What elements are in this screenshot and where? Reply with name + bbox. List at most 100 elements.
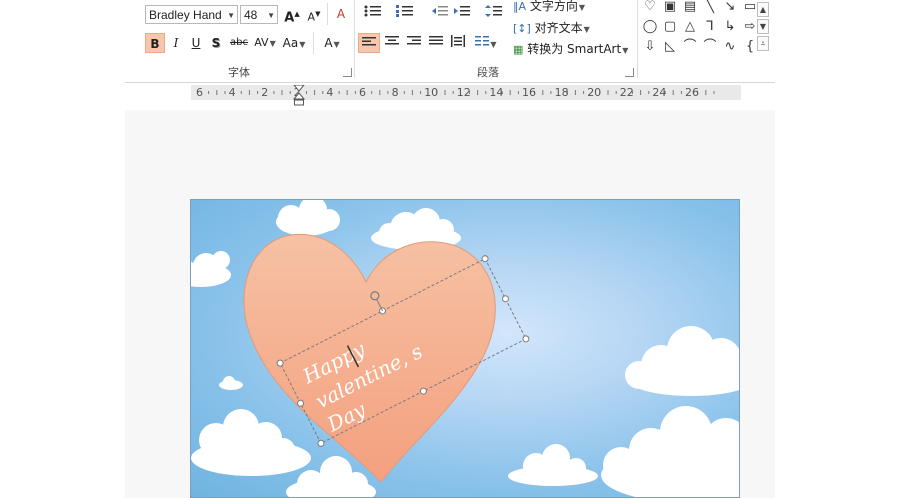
- line-shape-icon[interactable]: ╲: [701, 0, 719, 16]
- distributed-button[interactable]: [448, 33, 468, 53]
- text-direction-icon: ‖A: [513, 0, 527, 13]
- increase-indent-icon: [454, 6, 470, 16]
- ruler-tick: [713, 91, 715, 94]
- italic-label: I: [173, 36, 179, 50]
- font-size-combo[interactable]: 48 ▼: [240, 5, 278, 24]
- ruler-tick: [208, 91, 210, 94]
- strikethrough-button[interactable]: abc: [228, 33, 250, 53]
- change-case-label: Aa: [282, 36, 299, 50]
- vertical-textbox-shape-icon[interactable]: ▤: [681, 0, 699, 16]
- cloud: [219, 376, 243, 390]
- convert-smartart-button[interactable]: ▦ 转换为 SmartArt▼: [513, 39, 631, 59]
- bold-button[interactable]: B: [145, 33, 165, 53]
- ruler-tick: [240, 91, 242, 94]
- wave-shape-icon[interactable]: ∿: [721, 38, 739, 56]
- align-right-button[interactable]: [404, 33, 424, 53]
- slide-canvas[interactable]: Happy valentine, s Day: [190, 199, 740, 498]
- ruler-tick: [444, 90, 446, 95]
- align-text-button[interactable]: [↕] 对齐文本▼: [513, 18, 603, 38]
- ruler-tick: [542, 90, 544, 95]
- rounded-rect-shape-icon[interactable]: ▢: [661, 18, 679, 36]
- increase-indent-button[interactable]: [452, 4, 472, 24]
- grow-font-label: A: [284, 10, 295, 26]
- gallery-more-icon[interactable]: ⩡: [757, 36, 769, 51]
- ruler-tick: [289, 91, 291, 94]
- columns-icon: [475, 36, 490, 46]
- shrink-font-button[interactable]: A▼: [305, 4, 323, 24]
- ruler-tick: [648, 91, 650, 94]
- line-spacing-button[interactable]: [481, 4, 507, 24]
- align-center-button[interactable]: [382, 33, 402, 53]
- font-dialog-launcher-icon[interactable]: [343, 68, 352, 77]
- underline-label: U: [191, 36, 201, 50]
- ruler-label: 2: [261, 86, 269, 99]
- ruler-label: 6: [359, 86, 366, 99]
- font-name-combo[interactable]: Bradley Hand ▼: [145, 5, 238, 24]
- align-text-icon: [↕]: [513, 22, 531, 35]
- char-spacing-button[interactable]: AV▼: [252, 33, 278, 53]
- ruler-tick: [379, 90, 381, 95]
- numbering-button[interactable]: [392, 4, 418, 24]
- heart-shape-icon[interactable]: ♡: [641, 0, 659, 16]
- ruler-tick: [411, 90, 413, 95]
- oval-shape-icon[interactable]: ◯: [641, 18, 659, 36]
- distributed-icon: [451, 35, 465, 47]
- ruler-label: 18: [554, 86, 569, 99]
- ruler-label: 4: [326, 86, 334, 99]
- change-case-button[interactable]: Aa▼: [281, 33, 307, 53]
- gallery-up-icon[interactable]: ▲: [757, 2, 769, 17]
- ruler-tick: [672, 90, 674, 95]
- ruler-tick: [387, 91, 389, 94]
- columns-button[interactable]: ▼: [473, 33, 499, 53]
- gallery-down-icon[interactable]: ▼: [757, 19, 769, 34]
- grow-font-button[interactable]: A▲: [283, 4, 301, 26]
- chevron-down-icon: ▼: [227, 11, 235, 20]
- arrow-line-shape-icon[interactable]: ↘: [721, 0, 739, 16]
- shrink-font-label: A: [307, 10, 316, 24]
- ruler-label: 6: [196, 86, 203, 99]
- ruler-tick: [452, 91, 454, 94]
- snip-rect-shape-icon[interactable]: ◺: [661, 38, 679, 56]
- ruler-tick: [477, 90, 479, 95]
- align-left-button[interactable]: [358, 33, 380, 53]
- ruler-label: 16: [522, 86, 536, 99]
- ruler-label: 20: [587, 86, 602, 99]
- cloud: [601, 406, 739, 497]
- shadow-label: S: [211, 36, 221, 50]
- font-color-button[interactable]: A▼: [319, 33, 345, 53]
- ruler-label: 22: [619, 86, 634, 99]
- ruler-tick: [640, 90, 642, 95]
- curve-shape-icon[interactable]: ⌒: [681, 38, 699, 56]
- ruler-label: 10: [424, 86, 439, 99]
- elbow-arrow-shape-icon[interactable]: ↳: [721, 18, 739, 36]
- decrease-indent-icon: [432, 6, 448, 16]
- ruler-tick: [338, 91, 340, 94]
- decrease-indent-button[interactable]: [430, 4, 450, 24]
- clear-format-button[interactable]: A: [331, 4, 351, 24]
- justify-button[interactable]: [426, 33, 446, 53]
- justify-icon: [429, 36, 443, 45]
- align-right-icon: [407, 36, 421, 45]
- cloud: [508, 444, 598, 486]
- cloud: [625, 326, 739, 396]
- shadow-button[interactable]: S: [207, 33, 225, 53]
- cloud: [276, 200, 340, 236]
- elbow-connector-shape-icon[interactable]: ⅂: [701, 18, 719, 36]
- line-spacing-icon: [485, 5, 502, 17]
- triangle-shape-icon[interactable]: △: [681, 18, 699, 36]
- down-arrow-shape-icon[interactable]: ⇩: [641, 38, 659, 56]
- indent-marker-icon[interactable]: [293, 85, 305, 107]
- arc-shape-icon[interactable]: ⌒: [701, 38, 719, 56]
- font-color-label: A: [324, 36, 333, 50]
- text-direction-button[interactable]: ‖A 文字方向▼: [513, 0, 603, 16]
- font-size-value: 48: [244, 8, 258, 22]
- underline-button[interactable]: U: [187, 33, 205, 53]
- bullets-button[interactable]: [360, 4, 386, 24]
- char-spacing-label: AV: [254, 36, 269, 49]
- bold-label: B: [150, 37, 160, 51]
- textbox-shape-icon[interactable]: ▣: [661, 0, 679, 16]
- smartart-icon: ▦: [513, 43, 524, 56]
- paragraph-dialog-launcher-icon[interactable]: [625, 68, 634, 77]
- slide-artwork: Happy valentine, s Day: [191, 200, 739, 497]
- italic-button[interactable]: I: [167, 33, 185, 53]
